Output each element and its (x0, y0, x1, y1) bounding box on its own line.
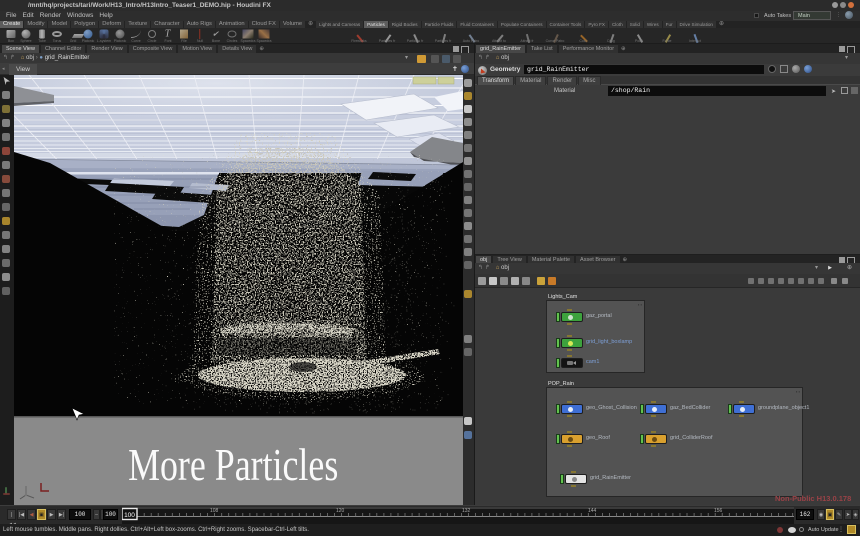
svg-text:108: 108 (210, 508, 219, 514)
svg-text:100: 100 (124, 512, 135, 519)
svg-text:More Particles: More Particles (128, 439, 338, 490)
svg-text:144: 144 (588, 508, 597, 514)
svg-text:120: 120 (336, 508, 345, 514)
svg-text:132: 132 (462, 508, 471, 514)
svg-text:156: 156 (714, 508, 723, 514)
